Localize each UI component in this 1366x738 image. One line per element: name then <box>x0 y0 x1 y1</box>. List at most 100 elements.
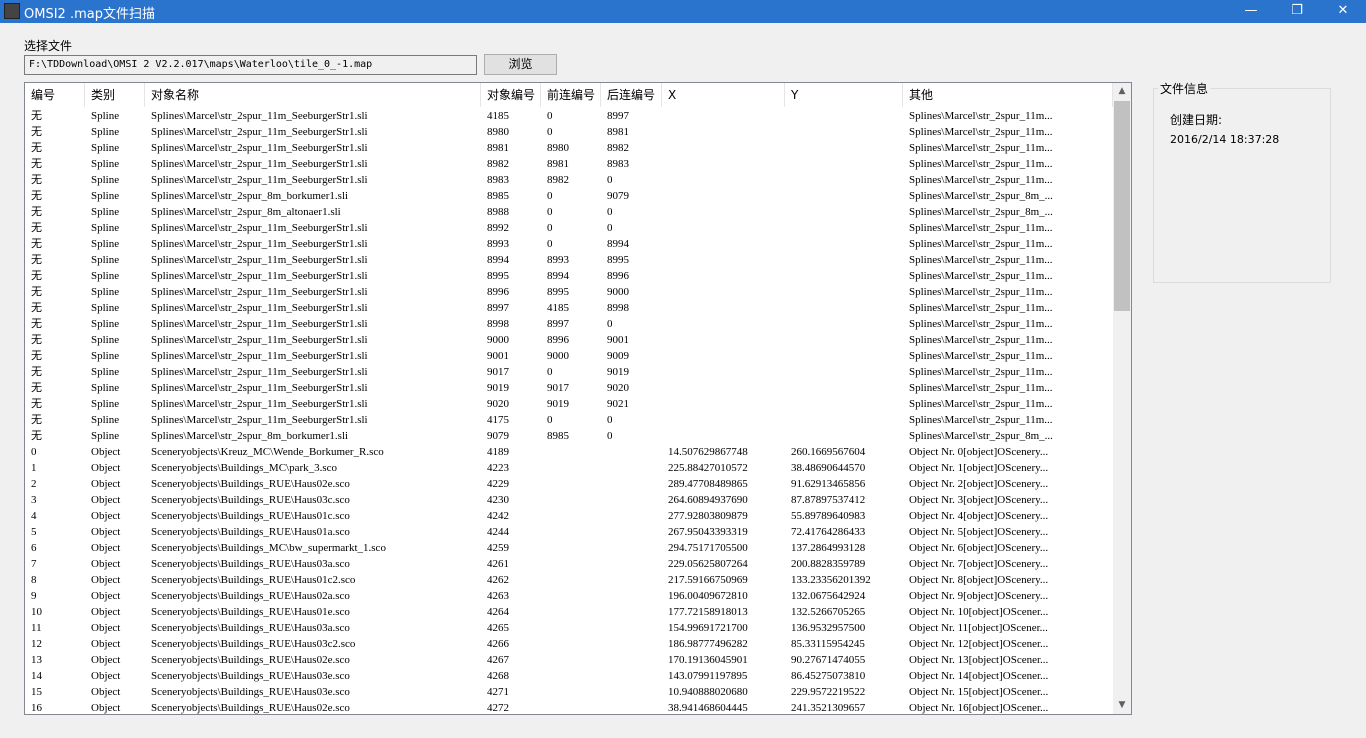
table-row[interactable]: 无 Spline Splines\Marcel\str_2spur_11m_Seeb… <box>25 284 1113 300</box>
table-row[interactable]: 2 Object Sceneryobjects\Buildings_RUE\Haus… <box>25 476 1113 492</box>
column-header-y[interactable]: Y <box>785 83 903 107</box>
cell-object-id: 4185 <box>487 110 509 122</box>
table-row[interactable]: 无 Spline Splines\Marcel\str_2spur_11m_Seeb… <box>25 348 1113 364</box>
cell-id: 无 <box>31 302 42 314</box>
cell-name: Sceneryobjects\Buildings_RUE\Haus01a.sco <box>151 526 350 538</box>
table-row[interactable]: 5 Object Sceneryobjects\Buildings_RUE\Haus… <box>25 524 1113 540</box>
cell-x <box>662 396 785 412</box>
cell-type: Spline <box>91 286 120 298</box>
table-row[interactable]: 无 Spline Splines\Marcel\str_2spur_8m_alton… <box>25 204 1113 220</box>
cell-prev-id: 8995 <box>547 286 569 298</box>
cell-object-id: 4265 <box>487 622 509 634</box>
vertical-scrollbar[interactable]: ▲ ▼ <box>1113 83 1131 714</box>
cell-id: 5 <box>31 526 37 538</box>
cell-other: Splines\Marcel\str_2spur_11m... <box>909 222 1053 234</box>
column-header-name[interactable]: 对象名称 <box>145 83 481 107</box>
maximize-button[interactable]: ❐ <box>1274 0 1320 23</box>
cell-next-id: 9001 <box>607 334 629 346</box>
cell-name: Splines\Marcel\str_2spur_8m_borkumer1.sl… <box>151 430 349 442</box>
cell-other: Splines\Marcel\str_2spur_8m_... <box>909 430 1053 442</box>
cell-y <box>785 380 903 396</box>
cell-y: 55.89789640983 <box>791 510 866 522</box>
table-row[interactable]: 无 Spline Splines\Marcel\str_2spur_8m_borku… <box>25 428 1113 444</box>
scrollbar-thumb[interactable] <box>1114 101 1130 311</box>
table-row[interactable]: 14 Object Sceneryobjects\Buildings_RUE\Hau… <box>25 668 1113 684</box>
column-header-next-id[interactable]: 后连编号 <box>601 83 662 107</box>
cell-name: Sceneryobjects\Buildings_RUE\Haus03c.sco <box>151 494 350 506</box>
table-row[interactable]: 6 Object Sceneryobjects\Buildings_MC\bw_su… <box>25 540 1113 556</box>
cell-type: Spline <box>91 334 120 346</box>
table-row[interactable]: 无 Spline Splines\Marcel\str_2spur_11m_Seeb… <box>25 396 1113 412</box>
table-row[interactable]: 15 Object Sceneryobjects\Buildings_RUE\Hau… <box>25 684 1113 700</box>
table-row[interactable]: 无 Spline Splines\Marcel\str_2spur_11m_Seeb… <box>25 412 1113 428</box>
scroll-up-icon[interactable]: ▲ <box>1113 83 1131 100</box>
scroll-down-icon[interactable]: ▼ <box>1113 697 1131 714</box>
table-row[interactable]: 无 Spline Splines\Marcel\str_2spur_11m_Seeb… <box>25 364 1113 380</box>
cell-id: 3 <box>31 494 37 506</box>
cell-y <box>785 220 903 236</box>
cell-x: 225.88427010572 <box>668 462 748 474</box>
cell-object-id: 4223 <box>487 462 509 474</box>
table-row[interactable]: 0 Object Sceneryobjects\Kreuz_MC\Wende_Bor… <box>25 444 1113 460</box>
cell-name: Splines\Marcel\str_2spur_11m_SeeburgerSt… <box>151 398 368 410</box>
table-row[interactable]: 1 Object Sceneryobjects\Buildings_MC\park_… <box>25 460 1113 476</box>
table-row[interactable]: 无 Spline Splines\Marcel\str_2spur_11m_Seeb… <box>25 332 1113 348</box>
table-row[interactable]: 7 Object Sceneryobjects\Buildings_RUE\Haus… <box>25 556 1113 572</box>
cell-object-id: 8995 <box>487 270 509 282</box>
table-row[interactable]: 无 Spline Splines\Marcel\str_2spur_11m_Seeb… <box>25 108 1113 124</box>
cell-other: Object Nr. 10[object]OScener... <box>909 606 1049 618</box>
cell-object-id: 4242 <box>487 510 509 522</box>
column-header-object-id[interactable]: 对象编号 <box>481 83 541 107</box>
cell-name: Splines\Marcel\str_2spur_11m_SeeburgerSt… <box>151 302 368 314</box>
object-table[interactable]: 编号 类别 对象名称 对象编号 前连编号 后连编号 X Y 其他 无 Spline Splines\… <box>24 82 1132 715</box>
table-row[interactable]: 无 Spline Splines\Marcel\str_2spur_11m_Seeb… <box>25 252 1113 268</box>
table-row[interactable]: 4 Object Sceneryobjects\Buildings_RUE\Haus… <box>25 508 1113 524</box>
table-row[interactable]: 无 Spline Splines\Marcel\str_2spur_11m_Seeb… <box>25 316 1113 332</box>
cell-next-id <box>601 684 662 700</box>
cell-x: 217.59166750969 <box>668 574 748 586</box>
cell-type: Object <box>91 510 121 522</box>
cell-id: 无 <box>31 158 42 170</box>
cell-other: Splines\Marcel\str_2spur_11m... <box>909 142 1053 154</box>
table-row[interactable]: 8 Object Sceneryobjects\Buildings_RUE\Haus… <box>25 572 1113 588</box>
table-row[interactable]: 无 Spline Splines\Marcel\str_2spur_11m_Seeb… <box>25 220 1113 236</box>
minimize-button[interactable]: — <box>1228 0 1274 23</box>
table-row[interactable]: 无 Spline Splines\Marcel\str_2spur_11m_Seeb… <box>25 172 1113 188</box>
table-row[interactable]: 10 Object Sceneryobjects\Buildings_RUE\Hau… <box>25 604 1113 620</box>
close-button[interactable]: ✕ <box>1320 0 1366 23</box>
cell-id: 12 <box>31 638 42 650</box>
table-row[interactable]: 无 Spline Splines\Marcel\str_2spur_11m_Seeb… <box>25 140 1113 156</box>
file-path-input[interactable]: F:\TDDownload\OMSI 2 V2.2.017\maps\Water… <box>24 55 477 75</box>
table-row[interactable]: 16 Object Sceneryobjects\Buildings_RUE\Hau… <box>25 700 1113 714</box>
column-header-other[interactable]: 其他 <box>903 83 1113 107</box>
table-row[interactable]: 9 Object Sceneryobjects\Buildings_RUE\Haus… <box>25 588 1113 604</box>
table-row[interactable]: 无 Spline Splines\Marcel\str_2spur_11m_Seeb… <box>25 156 1113 172</box>
cell-type: Spline <box>91 158 120 170</box>
column-header-prev-id[interactable]: 前连编号 <box>541 83 601 107</box>
cell-x <box>662 188 785 204</box>
column-header-id[interactable]: 编号 <box>25 83 85 107</box>
cell-object-id: 4267 <box>487 654 509 666</box>
cell-other: Object Nr. 8[object]OScenery... <box>909 574 1049 586</box>
table-row[interactable]: 无 Spline Splines\Marcel\str_2spur_11m_Seeb… <box>25 380 1113 396</box>
table-row[interactable]: 3 Object Sceneryobjects\Buildings_RUE\Haus… <box>25 492 1113 508</box>
cell-prev-id: 0 <box>547 206 553 218</box>
column-header-type[interactable]: 类别 <box>85 83 145 107</box>
column-header-x[interactable]: X <box>662 83 785 107</box>
cell-other: Object Nr. 4[object]OScenery... <box>909 510 1049 522</box>
cell-name: Splines\Marcel\str_2spur_11m_SeeburgerSt… <box>151 158 368 170</box>
cell-other: Object Nr. 6[object]OScenery... <box>909 542 1049 554</box>
table-row[interactable]: 13 Object Sceneryobjects\Buildings_RUE\Hau… <box>25 652 1113 668</box>
table-row[interactable]: 无 Spline Splines\Marcel\str_2spur_11m_Seeb… <box>25 124 1113 140</box>
table-row[interactable]: 无 Spline Splines\Marcel\str_2spur_11m_Seeb… <box>25 268 1113 284</box>
cell-id: 11 <box>31 622 42 634</box>
cell-other: Splines\Marcel\str_2spur_11m... <box>909 318 1053 330</box>
table-row[interactable]: 11 Object Sceneryobjects\Buildings_RUE\Hau… <box>25 620 1113 636</box>
cell-type: Object <box>91 478 121 490</box>
cell-name: Sceneryobjects\Buildings_RUE\Haus03e.sco <box>151 670 350 682</box>
table-row[interactable]: 无 Spline Splines\Marcel\str_2spur_11m_Seeb… <box>25 236 1113 252</box>
table-row[interactable]: 无 Spline Splines\Marcel\str_2spur_8m_borku… <box>25 188 1113 204</box>
table-row[interactable]: 12 Object Sceneryobjects\Buildings_RUE\Hau… <box>25 636 1113 652</box>
table-row[interactable]: 无 Spline Splines\Marcel\str_2spur_11m_Seeb… <box>25 300 1113 316</box>
browse-button[interactable]: 浏览 <box>484 54 557 75</box>
